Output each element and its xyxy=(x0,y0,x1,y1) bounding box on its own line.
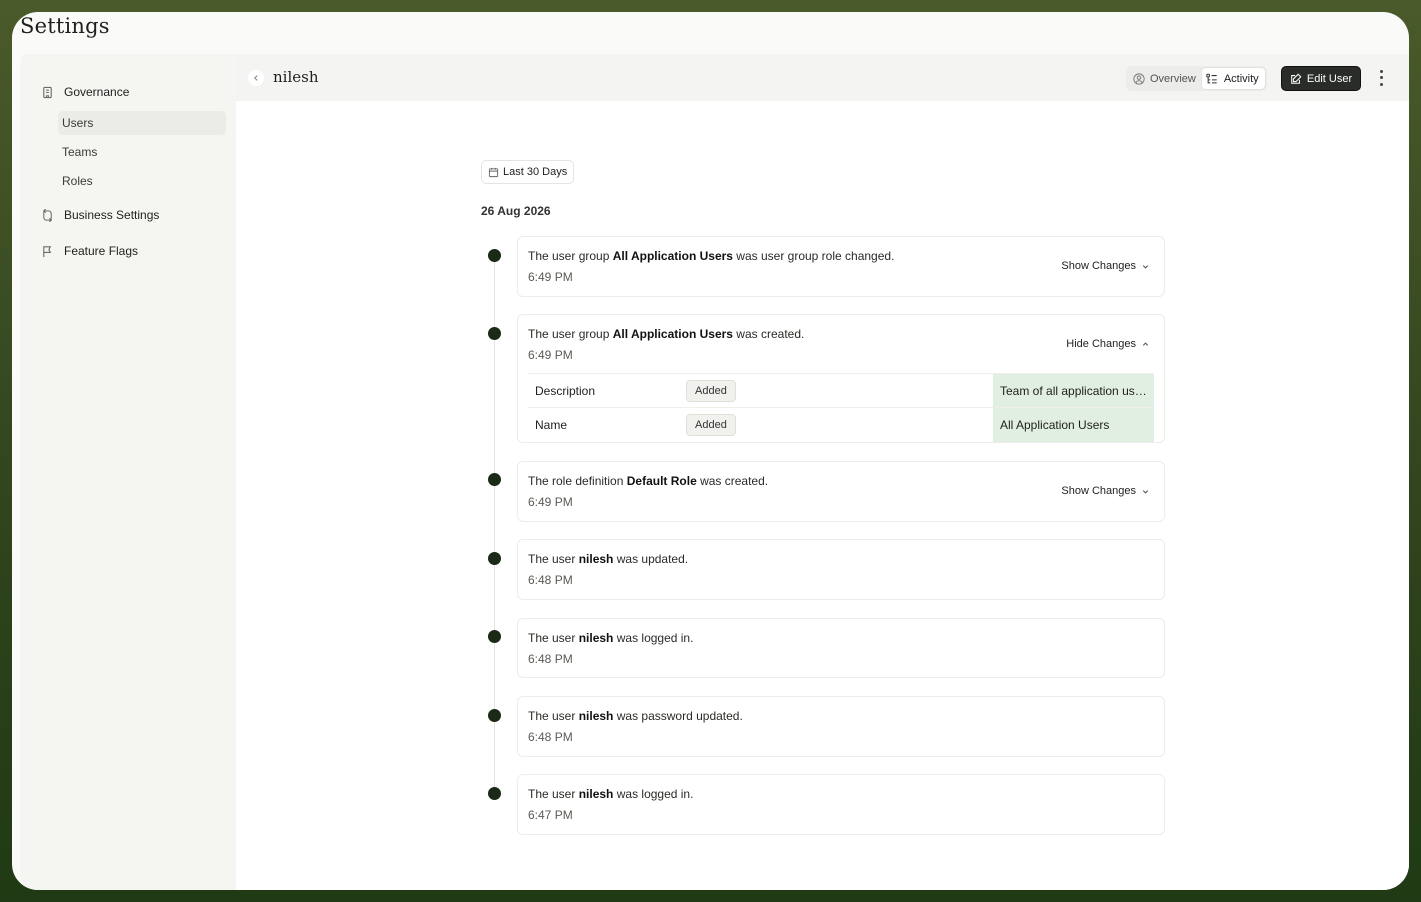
activity-card: The role definition Default Role was cre… xyxy=(517,461,1165,522)
edit-user-button[interactable]: Edit User xyxy=(1281,66,1361,91)
sidebar-item-feature-flags[interactable]: Feature Flags xyxy=(40,239,138,263)
sidebar: Governance Users Teams Roles Business Se… xyxy=(20,54,294,890)
activity-card: The user group All Application Users was… xyxy=(517,236,1165,297)
activity-date-heading: 26 Aug 2026 xyxy=(481,204,551,218)
activity-time: 6:47 PM xyxy=(528,808,573,822)
timeline-dot xyxy=(488,630,501,643)
edit-user-label: Edit User xyxy=(1306,72,1353,85)
more-options-icon[interactable] xyxy=(1376,68,1386,88)
tab-label: Activity xyxy=(1223,72,1259,85)
chevron-down-icon xyxy=(1141,487,1150,496)
flag-icon xyxy=(40,244,54,258)
activity-time: 6:48 PM xyxy=(528,652,573,666)
tab-label: Overview xyxy=(1150,72,1196,85)
timeline-dot xyxy=(488,327,501,340)
activity-card: The user nilesh was password updated. 6:… xyxy=(517,696,1165,757)
activity-message: The user nilesh was logged in. xyxy=(528,787,694,801)
timeline-dot xyxy=(488,249,501,262)
change-value: Team of all application users xyxy=(993,374,1154,408)
change-value: All Application Users xyxy=(993,408,1154,442)
change-action-badge: Added xyxy=(686,414,736,436)
tab-activity[interactable]: Activity xyxy=(1201,68,1265,89)
page-title: nilesh xyxy=(273,68,319,86)
sidebar-item-teams[interactable]: Teams xyxy=(58,140,226,164)
activity-card: The user group All Application Users was… xyxy=(517,314,1165,443)
sidebar-item-label: Teams xyxy=(62,145,98,159)
activity-message: The user nilesh was password updated. xyxy=(528,709,743,723)
sidebar-group-label: Business Settings xyxy=(64,208,160,222)
settings-window: Settings Governance Users Teams Roles Bu… xyxy=(12,12,1409,890)
change-action-badge: Added xyxy=(686,380,736,402)
back-button[interactable] xyxy=(248,70,264,86)
timeline-dot xyxy=(488,552,501,565)
activity-card: The user nilesh was logged in. 6:48 PM xyxy=(517,618,1165,678)
activity-message: The user nilesh was updated. xyxy=(528,552,689,566)
change-field: Description xyxy=(535,384,596,398)
view-tabs: Overview Activity xyxy=(1126,66,1267,91)
edit-icon xyxy=(1290,73,1302,85)
user-circle-icon xyxy=(1132,72,1145,85)
list-icon xyxy=(1206,72,1219,85)
date-range-label: Last 30 Days xyxy=(503,166,568,178)
hide-changes-button[interactable]: Hide Changes xyxy=(1066,338,1150,350)
activity-time: 6:48 PM xyxy=(528,573,573,587)
activity-card: The user nilesh was logged in. 6:47 PM xyxy=(517,774,1165,835)
timeline-dot xyxy=(488,709,501,722)
sidebar-group-label: Governance xyxy=(64,85,130,99)
activity-message: The user group All Application Users was… xyxy=(528,327,805,341)
activity-time: 6:49 PM xyxy=(528,270,573,284)
sidebar-group-business-settings[interactable]: Business Settings xyxy=(40,203,254,227)
main-panel: nilesh Overview Activity Edit User Last … xyxy=(236,54,1409,890)
timeline-dot xyxy=(488,787,501,800)
sidebar-item-roles[interactable]: Roles xyxy=(58,169,226,193)
activity-message: The user nilesh was logged in. xyxy=(528,631,694,645)
app-title: Settings xyxy=(20,14,110,38)
sidebar-item-label: Roles xyxy=(62,174,93,188)
show-changes-button[interactable]: Show Changes xyxy=(1061,485,1150,497)
building-icon xyxy=(40,85,54,99)
changes-table: Description Added Team of all applicatio… xyxy=(528,373,1154,442)
activity-message: The user group All Application Users was… xyxy=(528,249,895,263)
sidebar-item-label: Feature Flags xyxy=(64,244,139,258)
date-range-button[interactable]: Last 30 Days xyxy=(481,160,575,184)
activity-time: 6:49 PM xyxy=(528,348,573,362)
tab-overview[interactable]: Overview xyxy=(1128,68,1202,89)
page-header: nilesh Overview Activity Edit User xyxy=(236,54,1409,101)
chevron-left-icon xyxy=(254,75,258,81)
activity-card: The user nilesh was updated. 6:48 PM xyxy=(517,539,1165,600)
activity-time: 6:49 PM xyxy=(528,495,573,509)
change-row: Description Added Team of all applicatio… xyxy=(528,373,1154,408)
show-changes-button[interactable]: Show Changes xyxy=(1061,260,1150,272)
calendar-icon xyxy=(488,167,499,178)
activity-message: The role definition Default Role was cre… xyxy=(528,474,769,488)
sidebar-item-label: Users xyxy=(62,116,94,130)
activity-time: 6:48 PM xyxy=(528,730,573,744)
change-row: Name Added All Application Users xyxy=(528,407,1154,442)
change-field: Name xyxy=(535,418,568,432)
sidebar-group-governance[interactable]: Governance xyxy=(40,80,294,104)
chevron-up-icon xyxy=(1141,340,1150,349)
timeline-dot xyxy=(488,473,501,486)
arrows-icon xyxy=(40,208,54,222)
chevron-down-icon xyxy=(1141,262,1150,271)
sidebar-item-users[interactable]: Users xyxy=(58,111,226,135)
